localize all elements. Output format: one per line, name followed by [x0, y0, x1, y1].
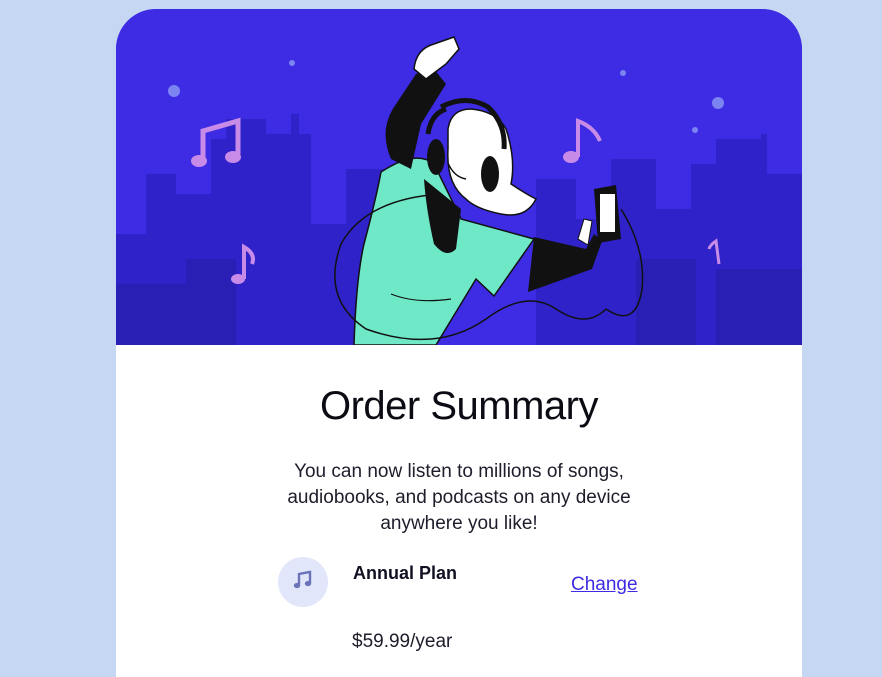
plan-price: $59.99/year — [352, 631, 453, 652]
plan-icon-circle — [278, 557, 328, 607]
order-description: You can now listen to millions of songs,… — [287, 461, 631, 534]
page-title: Order Summary — [320, 384, 599, 428]
change-plan-link[interactable]: Change — [571, 574, 638, 596]
plan-name: Annual Plan — [353, 563, 458, 583]
music-note-icon — [292, 569, 314, 596]
hero-illustration — [116, 9, 802, 345]
order-summary-card: Order Summary You can now listen to mill… — [116, 9, 802, 677]
